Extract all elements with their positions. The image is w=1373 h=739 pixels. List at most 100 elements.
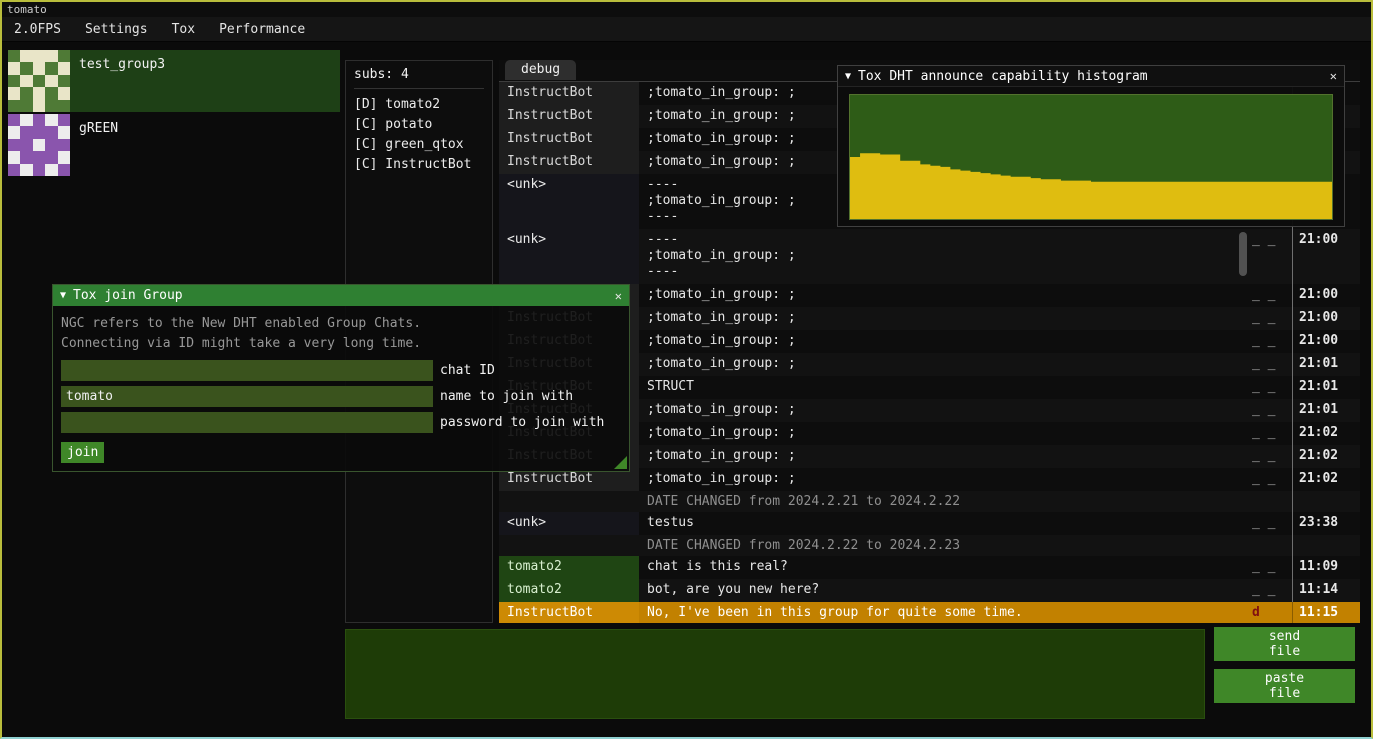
sender-name: <unk> xyxy=(499,512,639,535)
message-timestamp: 21:02 xyxy=(1292,468,1360,491)
message-timestamp: 11:15 xyxy=(1292,602,1360,623)
message-status-marks: _ _ xyxy=(1252,229,1292,284)
chat-message-row: <unk>----;tomato_in_group: ;----_ _21:00 xyxy=(499,229,1360,284)
paste-file-button[interactable]: pastefile xyxy=(1214,669,1355,703)
menubar: 2.0FPSSettingsToxPerformance xyxy=(2,17,1371,42)
join-group-title: Tox join Group xyxy=(73,288,183,303)
chat-id-input[interactable] xyxy=(61,360,433,381)
message-text: ;tomato_in_group: ; xyxy=(639,353,1252,376)
date-separator-row: DATE CHANGED from 2024.2.21 to 2024.2.22 xyxy=(499,491,1360,512)
message-status-marks: _ _ xyxy=(1252,512,1292,535)
chat-message-row: <unk>testus_ _23:38 xyxy=(499,512,1360,535)
chat-message-row: InstructBotNo, I've been in this group f… xyxy=(499,602,1360,623)
message-timestamp: 21:00 xyxy=(1292,229,1360,284)
member-item[interactable]: [D] tomato2 xyxy=(354,95,484,115)
group-avatar xyxy=(8,114,70,176)
menu-item-2-0fps[interactable]: 2.0FPS xyxy=(2,17,73,41)
member-list: [D] tomato2[C] potato[C] green_qtox[C] I… xyxy=(354,95,484,175)
message-text: STRUCT xyxy=(639,376,1252,399)
message-status-marks: _ _ xyxy=(1252,468,1292,491)
sender-name: <unk> xyxy=(499,174,639,229)
menu-item-performance[interactable]: Performance xyxy=(207,17,317,41)
message-status-marks: _ _ xyxy=(1252,307,1292,330)
sender-name: InstructBot xyxy=(499,602,639,623)
subs-header: subs: 4 xyxy=(354,67,484,89)
message-status-marks: _ _ xyxy=(1252,376,1292,399)
message-timestamp: 11:09 xyxy=(1292,556,1360,579)
menu-item-tox[interactable]: Tox xyxy=(160,17,207,41)
join-fields: chat ID tomato name to join with password t… xyxy=(61,360,621,433)
join-name-row: tomato name to join with xyxy=(61,386,621,407)
compose-input[interactable] xyxy=(345,629,1205,719)
sender-name xyxy=(499,491,639,512)
chat-scrollbar-thumb[interactable] xyxy=(1239,232,1247,276)
close-icon[interactable]: ✕ xyxy=(615,289,622,303)
chat-message-row: tomato2bot, are you new here?_ _11:14 xyxy=(499,579,1360,602)
message-status-marks: _ _ xyxy=(1252,579,1292,602)
message-text: bot, are you new here? xyxy=(639,579,1252,602)
collapse-icon[interactable]: ▼ xyxy=(845,71,851,82)
message-text: ;tomato_in_group: ; xyxy=(639,284,1252,307)
join-group-titlebar: ▼ Tox join Group ✕ xyxy=(53,285,629,306)
member-item[interactable]: [C] potato xyxy=(354,115,484,135)
date-changed-text: DATE CHANGED from 2024.2.22 to 2024.2.23 xyxy=(639,535,1252,556)
member-item[interactable]: [C] InstructBot xyxy=(354,155,484,175)
message-text: chat is this real? xyxy=(639,556,1252,579)
message-status-marks: _ _ xyxy=(1252,445,1292,468)
message-text: ;tomato_in_group: ; xyxy=(639,468,1252,491)
message-timestamp: 23:38 xyxy=(1292,512,1360,535)
chat-id-row: chat ID xyxy=(61,360,621,381)
message-status-marks: _ _ xyxy=(1252,399,1292,422)
message-text: ;tomato_in_group: ; xyxy=(639,399,1252,422)
histogram-window-title: Tox DHT announce capability histogram xyxy=(858,69,1148,84)
send-file-button[interactable]: sendfile xyxy=(1214,627,1355,661)
chat-id-label: chat ID xyxy=(440,363,495,378)
message-timestamp: 21:01 xyxy=(1292,376,1360,399)
app-window: tomato 2.0FPSSettingsToxPerformance test… xyxy=(0,0,1373,739)
sidebar-group-gREEN[interactable]: gREEN xyxy=(8,114,340,176)
group-name: gREEN xyxy=(70,114,118,176)
collapse-icon[interactable]: ▼ xyxy=(60,290,66,301)
histogram-window: ▼ Tox DHT announce capability histogram … xyxy=(837,65,1345,227)
sender-name: tomato2 xyxy=(499,579,639,602)
group-name: test_group3 xyxy=(70,50,165,112)
sender-name: <unk> xyxy=(499,229,639,284)
sender-name: InstructBot xyxy=(499,105,639,128)
member-item[interactable]: [C] green_qtox xyxy=(354,135,484,155)
sidebar-group-test_group3[interactable]: test_group3 xyxy=(8,50,340,112)
message-text: ;tomato_in_group: ; xyxy=(639,445,1252,468)
sender-name: InstructBot xyxy=(499,151,639,174)
close-icon[interactable]: ✕ xyxy=(1330,69,1337,83)
join-name-label: name to join with xyxy=(440,389,573,404)
chat-message-row: tomato2chat is this real?_ _11:09 xyxy=(499,556,1360,579)
message-text: ----;tomato_in_group: ;---- xyxy=(639,229,1252,284)
sender-name xyxy=(499,535,639,556)
resize-grip-icon[interactable] xyxy=(614,456,627,469)
histogram-plot xyxy=(849,94,1333,220)
join-group-body: NGC refers to the New DHT enabled Group … xyxy=(53,306,629,463)
join-info-line: NGC refers to the New DHT enabled Group … xyxy=(61,314,621,334)
join-info-text: NGC refers to the New DHT enabled Group … xyxy=(61,314,621,354)
message-timestamp xyxy=(1292,491,1360,512)
message-text: ;tomato_in_group: ; xyxy=(639,422,1252,445)
histogram-window-titlebar: ▼ Tox DHT announce capability histogram … xyxy=(838,66,1344,87)
message-status-marks: _ _ xyxy=(1252,330,1292,353)
message-timestamp: 11:14 xyxy=(1292,579,1360,602)
join-name-input[interactable]: tomato xyxy=(61,386,433,407)
tab-debug[interactable]: debug xyxy=(505,60,576,80)
message-timestamp: 21:02 xyxy=(1292,445,1360,468)
date-separator-row: DATE CHANGED from 2024.2.22 to 2024.2.23 xyxy=(499,535,1360,556)
sender-name: InstructBot xyxy=(499,128,639,151)
menu-item-settings[interactable]: Settings xyxy=(73,17,160,41)
message-status-marks: _ _ xyxy=(1252,284,1292,307)
message-status-marks: _ _ xyxy=(1252,353,1292,376)
message-timestamp: 21:02 xyxy=(1292,422,1360,445)
message-timestamp: 21:01 xyxy=(1292,399,1360,422)
date-changed-text: DATE CHANGED from 2024.2.21 to 2024.2.22 xyxy=(639,491,1252,512)
message-text: ;tomato_in_group: ; xyxy=(639,307,1252,330)
join-button[interactable]: join xyxy=(61,442,104,463)
message-text: testus xyxy=(639,512,1252,535)
message-timestamp xyxy=(1292,535,1360,556)
join-password-input[interactable] xyxy=(61,412,433,433)
join-password-label: password to join with xyxy=(440,415,604,430)
